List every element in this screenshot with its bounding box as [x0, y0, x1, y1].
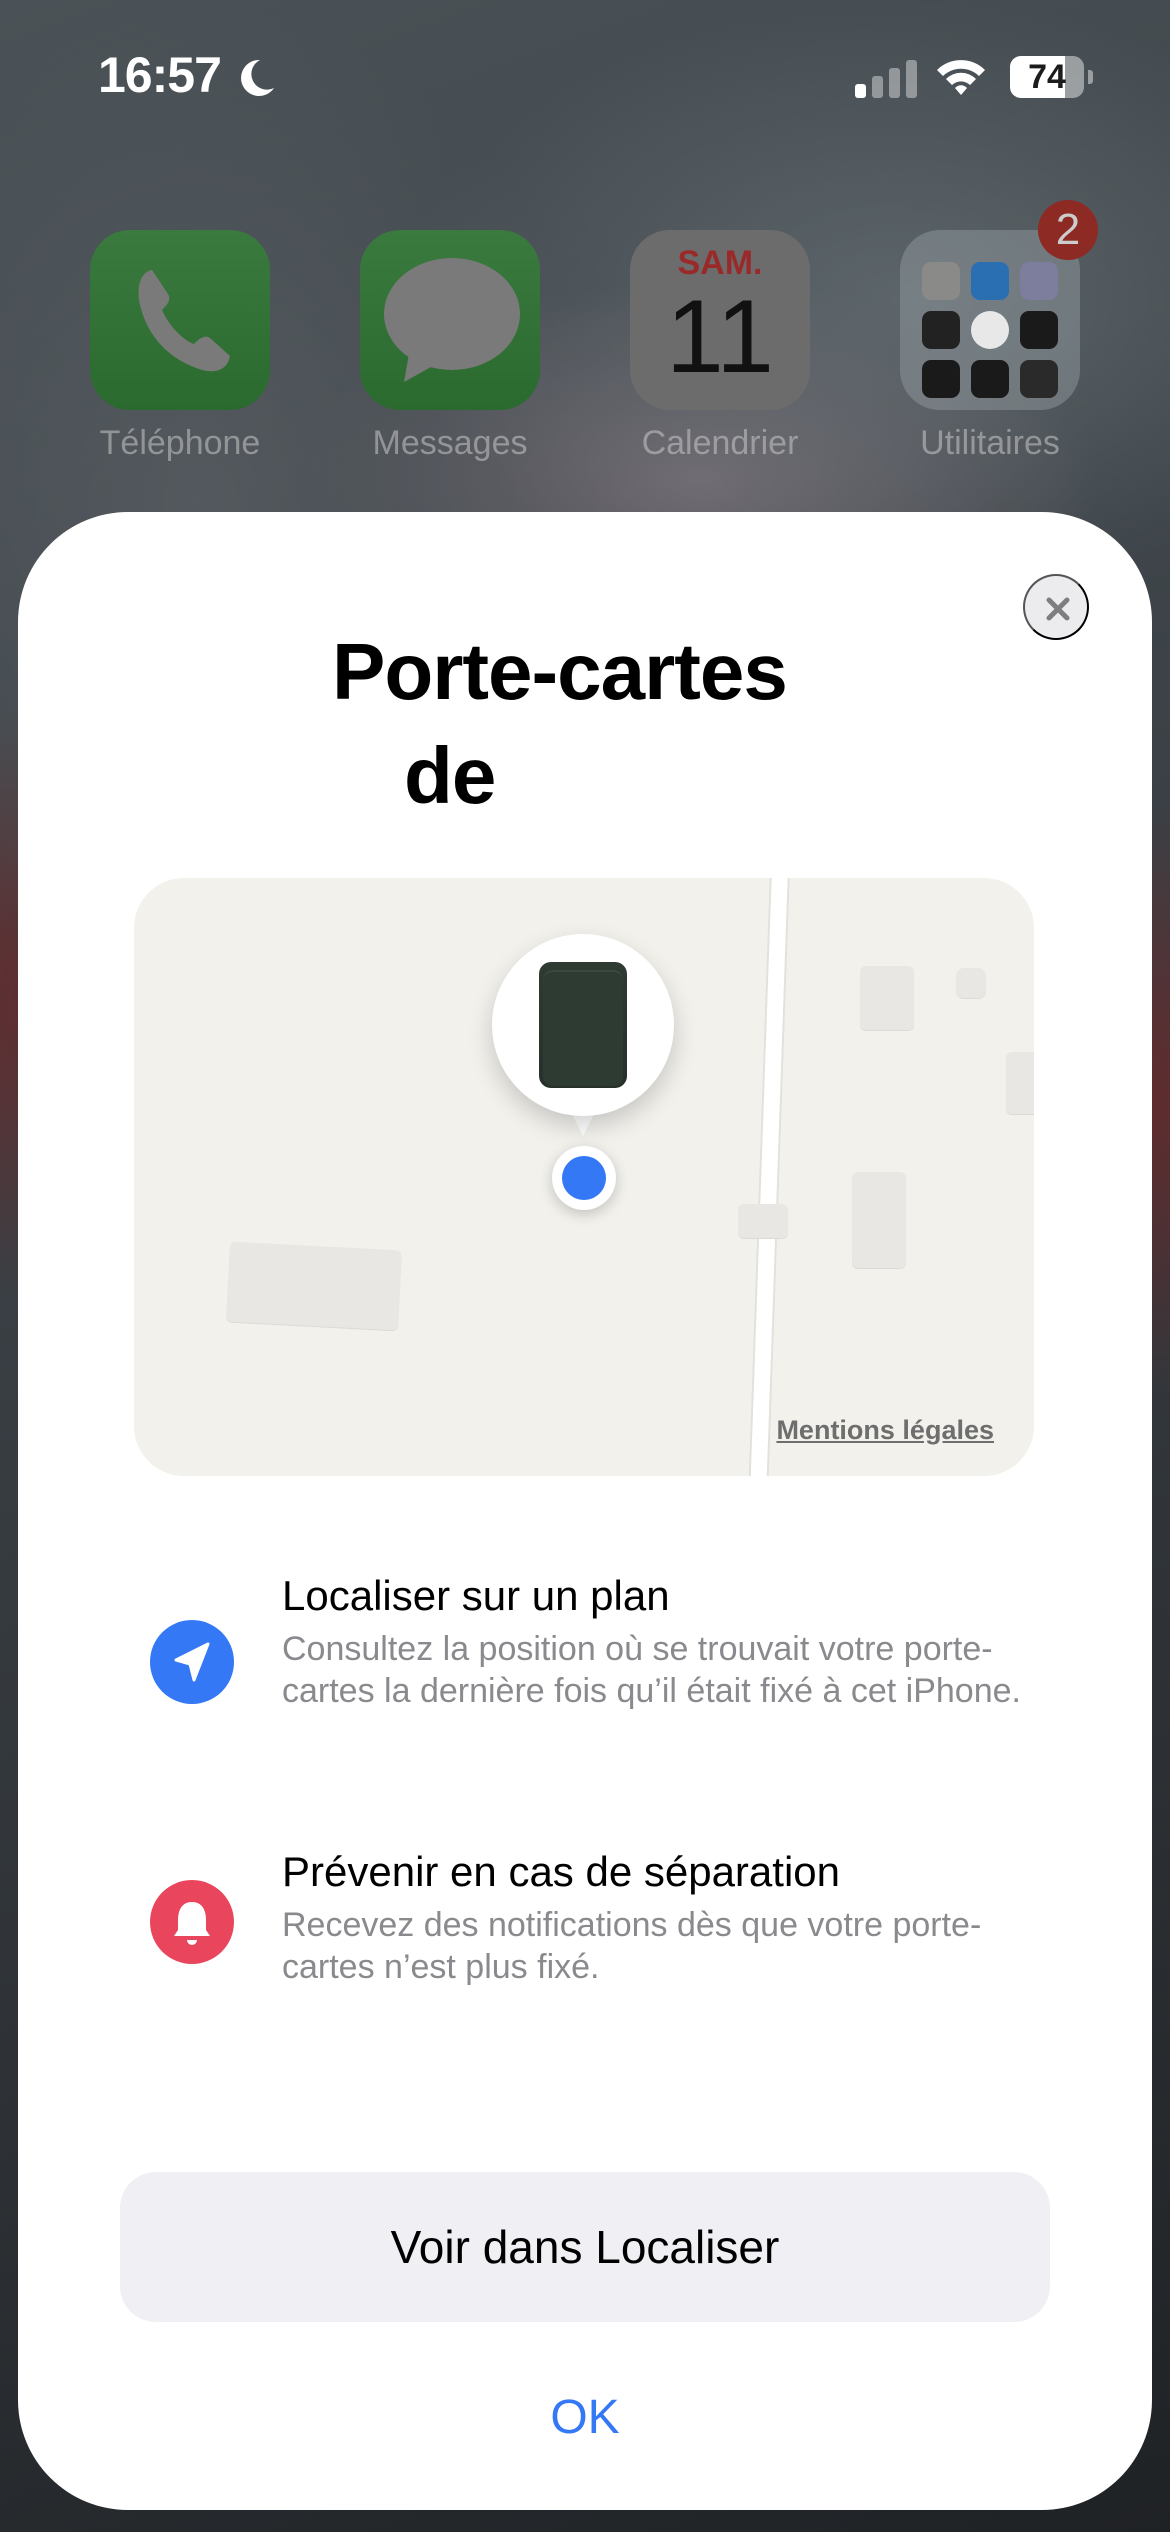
map-road	[747, 878, 790, 1476]
view-in-find-my-button[interactable]: Voir dans Localiser	[120, 2172, 1050, 2322]
app-label: Calendrier	[641, 424, 799, 462]
battery-indicator: 74	[1010, 56, 1093, 98]
ok-button[interactable]: OK	[485, 2372, 685, 2462]
folder-utilities[interactable]: Utilitaires	[900, 230, 1080, 463]
map-view[interactable]: Mentions légales	[134, 878, 1034, 1476]
title-line-1: Porte-cartes	[332, 627, 788, 716]
app-label: Utilitaires	[920, 424, 1060, 462]
status-bar: 16:57 74	[0, 0, 1170, 150]
status-time: 16:57	[98, 47, 222, 103]
cellular-signal-icon	[855, 58, 917, 98]
moon-icon	[241, 59, 274, 96]
feature-description: Recevez des notifications dès que votre …	[282, 1906, 982, 1986]
phone-icon	[90, 230, 270, 410]
app-label: Messages	[372, 424, 528, 462]
map-building	[738, 1204, 788, 1238]
map-building	[852, 1172, 906, 1268]
feature-title: Prévenir en cas de séparation	[282, 1848, 840, 1895]
map-building	[860, 966, 914, 1030]
feature-title: Localiser sur un plan	[282, 1572, 670, 1619]
app-phone[interactable]: Téléphone	[90, 230, 270, 463]
map-building	[1006, 1052, 1034, 1114]
location-arrow-icon	[150, 1620, 234, 1704]
close-button[interactable]	[1023, 574, 1089, 640]
folder-icon	[900, 230, 1080, 410]
location-dot-icon	[552, 1146, 616, 1210]
map-building	[226, 1241, 402, 1331]
calendar-date: 11	[666, 279, 774, 395]
close-icon	[1046, 597, 1070, 621]
item-pin[interactable]	[492, 934, 674, 1116]
map-building	[956, 968, 986, 998]
feature-description: Consultez la position où se trouvait vot…	[282, 1630, 1021, 1710]
accessory-sheet: Porte-cartes de Mentions légales Localis…	[18, 512, 1152, 2510]
app-messages[interactable]: Messages	[360, 230, 540, 463]
wifi-icon	[937, 60, 985, 95]
battery-percent: 74	[1028, 58, 1066, 96]
wallet-icon	[539, 962, 627, 1088]
app-calendar[interactable]: SAM. 11 Calendrier	[630, 230, 810, 463]
notification-badge: 2	[1038, 200, 1098, 260]
bell-icon	[150, 1880, 234, 1964]
sheet-title: Porte-cartes de	[332, 620, 788, 828]
calendar-icon: SAM. 11	[630, 230, 810, 410]
title-line-2: de	[404, 731, 496, 820]
message-bubble-icon	[360, 230, 540, 410]
app-label: Téléphone	[99, 424, 261, 462]
legal-link[interactable]: Mentions légales	[776, 1415, 994, 1446]
